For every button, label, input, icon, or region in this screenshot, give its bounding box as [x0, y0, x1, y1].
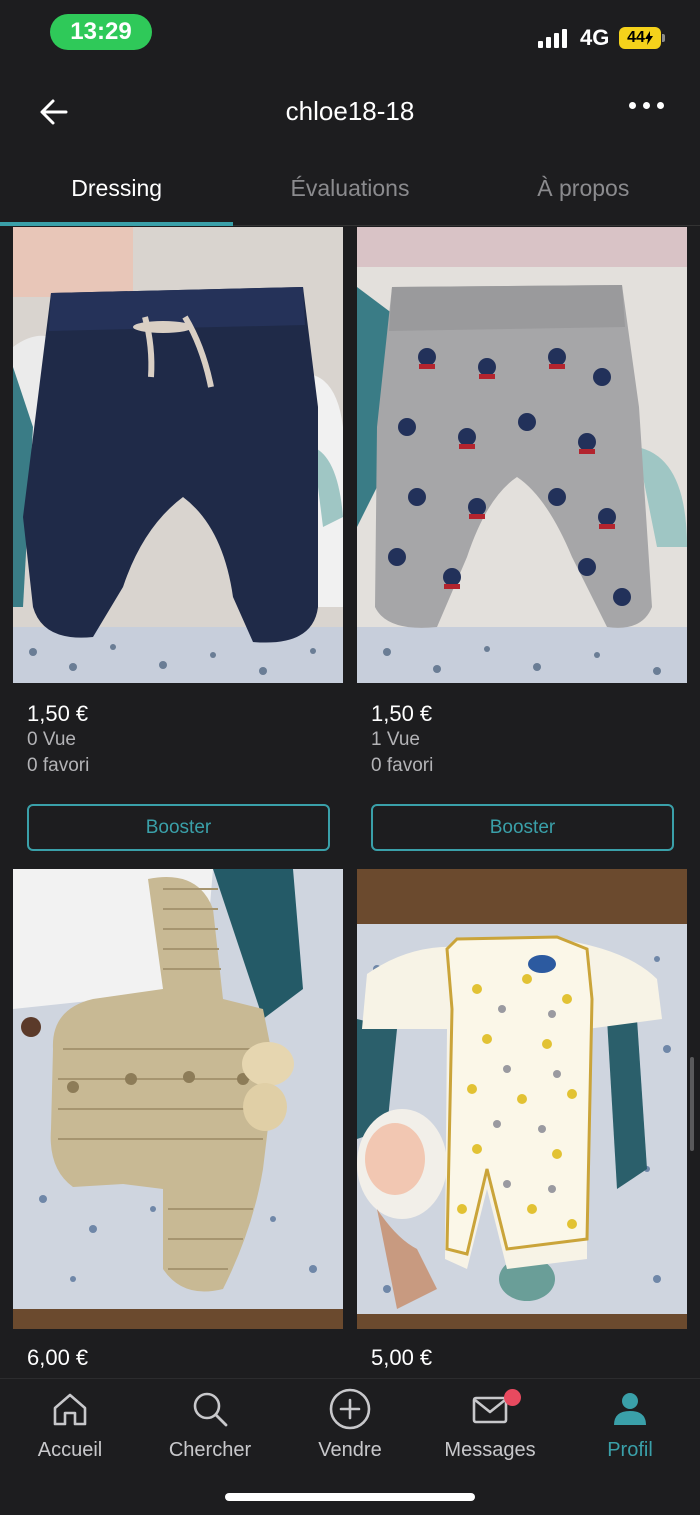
tab-bar: Dressing Évaluations À propos: [0, 160, 700, 226]
item-views: 0 Vue: [27, 729, 76, 750]
nav-label: Chercher: [168, 1439, 252, 1461]
tab-evaluations[interactable]: Évaluations: [233, 160, 466, 225]
profile-icon: [614, 1393, 646, 1425]
more-options-button[interactable]: [629, 102, 664, 109]
nav-label: Accueil: [37, 1439, 103, 1461]
home-indicator: [225, 1493, 475, 1501]
nav-label: Profil: [607, 1439, 653, 1461]
item-card[interactable]: 1,50 € 1 Vue 0 favori Booster: [357, 227, 687, 851]
nav-profil[interactable]: Profil: [560, 1385, 700, 1462]
more-dot-icon: [629, 102, 636, 109]
nav-label: Vendre: [318, 1439, 382, 1461]
item-photo[interactable]: [357, 227, 687, 683]
network-label: 4G: [580, 25, 610, 50]
item-views: 1 Vue: [371, 729, 420, 750]
header: chloe18-18: [0, 64, 700, 160]
status-time: 13:29: [50, 14, 152, 50]
overall-onesie-image: [357, 869, 687, 1329]
nav-vendre[interactable]: Vendre: [280, 1385, 420, 1462]
tab-about[interactable]: À propos: [467, 160, 700, 225]
item-photo[interactable]: [13, 227, 343, 683]
nav-label: Messages: [444, 1439, 536, 1461]
item-price: 1,50 €: [371, 701, 433, 726]
item-card[interactable]: 6,00 €: [13, 869, 343, 1371]
signal-icon: [538, 29, 567, 48]
battery-level: 44: [627, 29, 645, 46]
bottom-nav: Accueil Chercher Vendre Messages Profil: [0, 1378, 700, 1515]
booster-button[interactable]: Booster: [27, 804, 330, 851]
scrollbar[interactable]: [690, 1057, 694, 1151]
item-card[interactable]: 5,00 €: [357, 869, 687, 1371]
item-price: 6,00 €: [27, 1345, 89, 1370]
more-dot-icon: [643, 102, 650, 109]
more-dot-icon: [657, 102, 664, 109]
item-favorites: 0 favori: [371, 755, 434, 776]
grey-pants-image: [357, 227, 687, 683]
item-price: 1,50 €: [27, 701, 89, 726]
item-photo[interactable]: [13, 869, 343, 1329]
charging-bolt-icon: [644, 31, 653, 45]
tab-dressing[interactable]: Dressing: [0, 160, 234, 226]
battery-icon: 44: [619, 27, 665, 49]
booster-button[interactable]: Booster: [371, 804, 674, 851]
plus-circle-icon: [329, 1388, 371, 1430]
item-grid: 1,50 € 0 Vue 0 favori Booster 1,50 € 1 V…: [0, 227, 700, 1377]
page-title: chloe18-18: [285, 96, 415, 126]
notification-badge: [504, 1389, 521, 1406]
nav-messages[interactable]: Messages: [420, 1385, 560, 1462]
nav-chercher[interactable]: Chercher: [140, 1385, 280, 1462]
home-icon: [53, 1393, 87, 1426]
item-price: 5,00 €: [371, 1345, 433, 1370]
item-card[interactable]: 1,50 € 0 Vue 0 favori Booster: [13, 227, 343, 851]
search-icon: [193, 1392, 228, 1427]
status-bar: 13:29 4G 44: [0, 0, 700, 64]
navy-pants-image: [13, 227, 343, 683]
item-photo[interactable]: [357, 869, 687, 1329]
corduroy-jacket-image: [13, 869, 343, 1329]
item-favorites: 0 favori: [27, 755, 90, 776]
nav-accueil[interactable]: Accueil: [0, 1385, 140, 1462]
